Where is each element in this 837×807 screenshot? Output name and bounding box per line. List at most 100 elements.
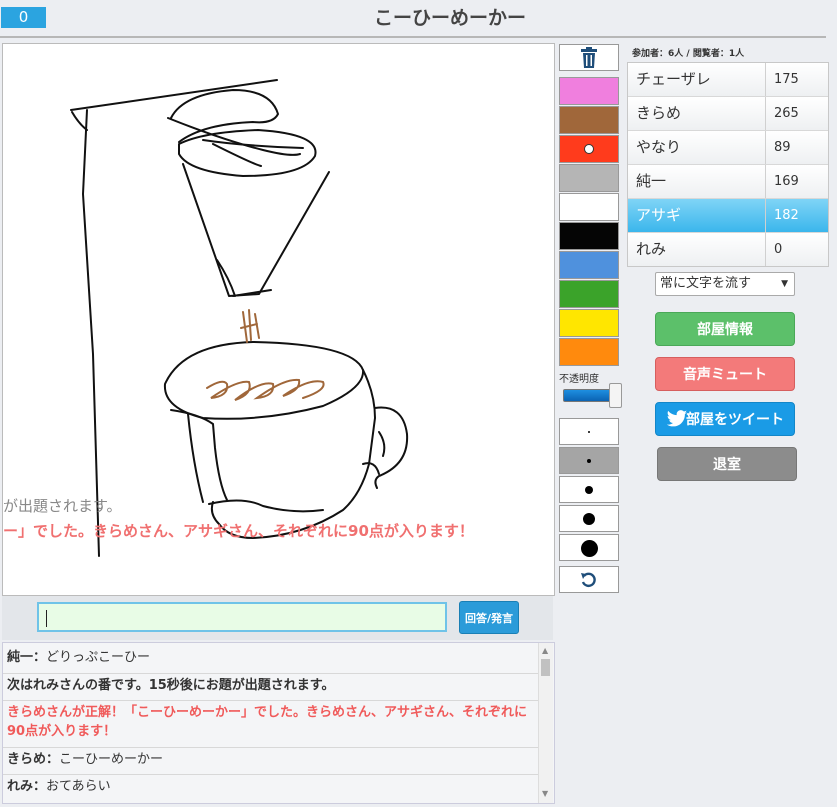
- stroke: [210, 369, 376, 539]
- player-score: 89: [765, 131, 827, 164]
- player-score: 175: [765, 63, 827, 96]
- flow-mode-select[interactable]: 常に文字を流す ▼: [655, 272, 795, 296]
- scoreboard: チェーザレ 175 きらめ 265 やなり 89 純一 169 アサギ 182 れみ 0: [627, 62, 829, 267]
- mute-button[interactable]: 音声ミュート: [655, 357, 795, 391]
- score-row: チェーザレ 175: [628, 63, 828, 97]
- pen-size-1-button[interactable]: [559, 418, 619, 445]
- pen-dot-icon: [583, 513, 595, 525]
- chat-separator: ：: [33, 650, 47, 665]
- color-swatch[interactable]: [559, 251, 619, 279]
- scroll-down-icon[interactable]: ▼: [542, 789, 548, 798]
- pen-dot-icon: [585, 486, 593, 494]
- player-score: 169: [765, 165, 827, 198]
- score-row: れみ 0: [628, 233, 828, 266]
- undo-icon: [581, 572, 596, 588]
- chat-author: きらめ: [7, 752, 47, 767]
- stroke: [378, 431, 386, 457]
- player-name: きらめ: [636, 104, 682, 122]
- opacity-label: 不透明度: [559, 374, 599, 385]
- player-score: 0: [765, 233, 827, 266]
- player-score: 182: [765, 199, 827, 232]
- stroke: [163, 341, 365, 420]
- room-info-button[interactable]: 部屋情報: [655, 312, 795, 346]
- player-score: 265: [765, 97, 827, 130]
- color-swatch[interactable]: [559, 338, 619, 366]
- tweet-button-label: 部屋をツイート: [686, 412, 784, 428]
- stroke: [240, 309, 260, 343]
- player-name: アサギ: [636, 206, 682, 224]
- top-bar: 0 こーひーめーかー: [0, 0, 837, 36]
- chat-author: れみ: [7, 779, 34, 794]
- color-swatch[interactable]: [559, 106, 619, 134]
- timer-badge: 0: [1, 7, 46, 28]
- header-divider: [0, 36, 826, 38]
- chat-system-message: 次はれみさんの番です。15秒後にお題が出題されます。: [7, 678, 335, 693]
- chat-separator: ：: [46, 752, 60, 767]
- player-name: れみ: [636, 240, 667, 258]
- chat-correct-message: きらめさんが正解！「こーひーめーかー」でした。きらめさん、アサギさん、それぞれに…: [7, 705, 528, 739]
- chat-text: どりっぷこーひー: [46, 650, 151, 665]
- color-swatch[interactable]: [559, 193, 619, 221]
- flow-message: が出題されます。: [3, 497, 122, 515]
- answer-bar: 回答/発言: [2, 596, 553, 640]
- stroke: [206, 378, 325, 401]
- player-name: チェーザレ: [636, 70, 711, 88]
- room-title: こーひーめーかー: [373, 7, 526, 29]
- color-swatch[interactable]: [559, 135, 619, 163]
- chat-divider: [3, 774, 538, 775]
- pen-size-4-button[interactable]: [559, 505, 619, 532]
- chat-message: 純一：どりっぷこーひー: [7, 648, 532, 667]
- stroke: [374, 406, 409, 489]
- stroke: [216, 259, 272, 297]
- pen-dot-icon: [587, 459, 591, 463]
- stroke: [178, 129, 317, 177]
- chat-message: れみ：おてあらい: [7, 777, 532, 796]
- chevron-down-icon: ▼: [781, 279, 788, 289]
- stroke: [70, 79, 278, 111]
- scroll-up-icon[interactable]: ▲: [542, 646, 548, 655]
- twitter-bird-icon: [666, 410, 688, 427]
- opacity-slider-knob[interactable]: [609, 383, 622, 408]
- color-swatch[interactable]: [559, 77, 619, 105]
- chat-log[interactable]: 純一：どりっぷこーひー 次はれみさんの番です。15秒後にお題が出題されます。 き…: [2, 642, 555, 804]
- chat-text: こーひーめーかー: [59, 752, 164, 767]
- color-swatch[interactable]: [559, 280, 619, 308]
- color-swatch[interactable]: [559, 164, 619, 192]
- flow-mode-value: 常に文字を流す: [660, 276, 752, 291]
- stroke: [182, 163, 330, 297]
- score-row: きらめ 265: [628, 97, 828, 131]
- tweet-room-button[interactable]: 部屋をツイート: [655, 402, 795, 436]
- color-swatch[interactable]: [559, 222, 619, 250]
- player-name: 純一: [636, 172, 667, 190]
- score-row: 純一 169: [628, 165, 828, 199]
- stroke: [82, 109, 100, 557]
- pen-size-2-button[interactable]: [559, 447, 619, 474]
- stroke: [187, 413, 204, 503]
- chat-scrollbar[interactable]: ▲ ▼: [538, 643, 553, 803]
- answer-input[interactable]: [37, 602, 447, 632]
- selected-indicator-icon: [584, 144, 594, 154]
- undo-button[interactable]: [559, 566, 619, 593]
- leave-room-button[interactable]: 退室: [657, 447, 797, 481]
- answer-submit-button[interactable]: 回答/発言: [459, 601, 519, 634]
- chat-divider: [3, 700, 538, 701]
- pen-size-5-button[interactable]: [559, 534, 619, 561]
- text-caret: [46, 610, 47, 627]
- drawing-canvas[interactable]: が出題されます。 ー」でした。きらめさん、アサギさん、それぞれに90点が入ります…: [2, 43, 555, 596]
- player-name: やなり: [636, 138, 682, 156]
- stroke: [208, 499, 324, 513]
- trash-icon: [581, 47, 597, 68]
- score-row: やなり 89: [628, 131, 828, 165]
- stroke: [71, 111, 88, 131]
- opacity-slider[interactable]: [563, 383, 622, 408]
- flow-message: ー」でした。きらめさん、アサギさん、それぞれに90点が入ります！: [3, 522, 474, 540]
- scroll-thumb[interactable]: [541, 659, 550, 676]
- color-swatch[interactable]: [559, 309, 619, 337]
- chat-message: きらめ：こーひーめーかー: [7, 750, 532, 769]
- chat-divider: [3, 747, 538, 748]
- pen-size-3-button[interactable]: [559, 476, 619, 503]
- score-row: アサギ 182: [628, 199, 828, 233]
- chat-divider: [3, 673, 538, 674]
- participant-count: 参加者：6人 / 閲覧者：1人: [632, 49, 745, 59]
- clear-canvas-button[interactable]: [559, 44, 619, 71]
